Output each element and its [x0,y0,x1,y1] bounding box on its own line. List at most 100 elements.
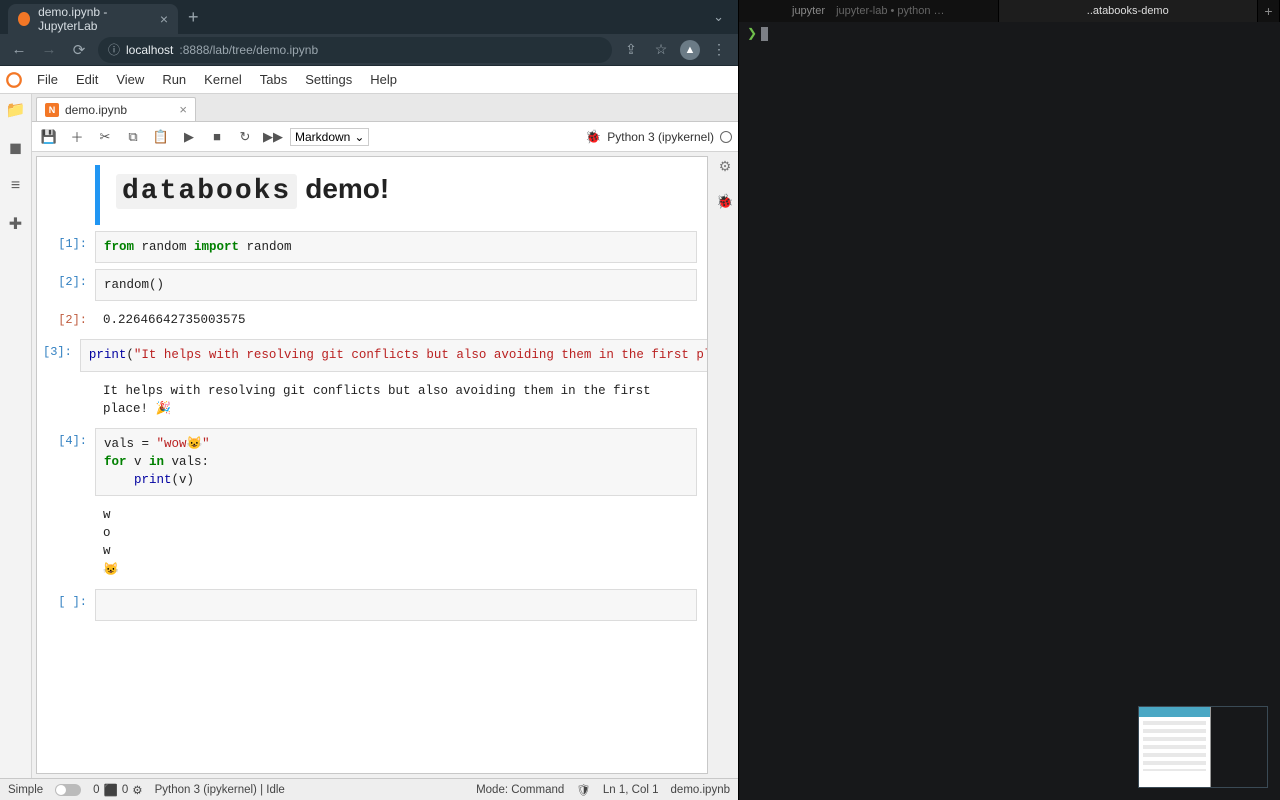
notebook-heading: databooks demo! [116,173,685,209]
toc-icon[interactable]: ≡ [4,174,28,198]
address-bar[interactable]: ⓘ localhost :8888/lab/tree/demo.ipynb [98,37,612,63]
cursor-position: Ln 1, Col 1 [603,784,659,796]
notebook-toolbar: 💾 ＋ ✂ ⧉ 📋 ▶ ■ ↻ ▶▶ Markdown ⌄ [32,122,738,152]
running-sessions-icon[interactable]: ◼ [4,136,28,160]
back-button[interactable]: ← [8,39,30,61]
trust-icon[interactable]: 🛡 [576,783,591,797]
cell-source[interactable]: print("It helps with resolving git confl… [80,339,708,371]
menu-view[interactable]: View [107,66,153,93]
code-cell-3[interactable]: [3]: print("It helps with resolving git … [43,339,697,371]
site-info-icon[interactable]: ⓘ [108,41,120,58]
debugger-icon[interactable]: 🐞 [716,193,733,210]
cell-prompt: [3]: [43,339,80,371]
cell-prompt: [ ]: [43,589,95,621]
terminals-count[interactable]: 0 ⬛ 0 ⚙ [93,783,142,797]
jupyterlab-shell: File Edit View Run Kernel Tabs Settings … [0,66,738,800]
cell-source[interactable]: random() [95,269,697,301]
menu-file[interactable]: File [28,66,67,93]
menu-edit[interactable]: Edit [67,66,107,93]
cut-icon[interactable]: ✂ [94,126,116,148]
bookmark-icon[interactable]: ☆ [650,39,672,61]
jupyter-logo[interactable] [0,66,28,94]
cell-source[interactable]: vals = "wow😺" for v in vals: print(v) [95,428,697,496]
pip-left-preview [1139,707,1211,787]
code-cell-1[interactable]: [1]: from random import random [43,231,697,263]
save-icon[interactable]: 💾 [38,126,60,148]
mode-indicator: Mode: Command [476,784,564,796]
run-icon[interactable]: ▶ [178,126,200,148]
menu-run[interactable]: Run [153,66,195,93]
extensions-icon[interactable]: ✚ [4,212,28,236]
terminal-tab-strip: jupyter jupyter-lab • python … ..atabook… [739,0,1280,22]
heading-rest: demo! [305,173,389,205]
code-cell-2[interactable]: [2]: random() [43,269,697,301]
stop-icon[interactable]: ■ [206,126,228,148]
restart-icon[interactable]: ↻ [234,126,256,148]
output-text: It helps with resolving git conflicts bu… [95,378,697,422]
chevron-down-icon: ⌄ [354,130,364,144]
forward-button[interactable]: → [38,39,60,61]
new-tab-button[interactable]: + [178,7,209,28]
terminal-tab-1[interactable]: jupyter jupyter-lab • python … [739,0,999,22]
menu-settings[interactable]: Settings [296,66,361,93]
debug-icon[interactable]: 🐞 [585,129,601,145]
kernel-name[interactable]: Python 3 (ipykernel) [607,130,714,144]
browser-tab-title: demo.ipynb - JupyterLab [38,5,152,33]
terminal-cursor [761,27,768,41]
close-icon[interactable]: × [160,11,168,27]
notebook-scroll[interactable]: databooks demo! [1]: from random import … [36,156,708,774]
run-all-icon[interactable]: ▶▶ [262,126,284,148]
close-icon[interactable]: × [179,102,187,117]
terminal-prompt: ❯ [747,27,757,41]
profile-avatar[interactable]: ▲ [680,40,700,60]
cell-type-value: Markdown [295,130,350,144]
pip-right-preview [1211,707,1267,787]
cell-prompt: [4]: [43,428,95,496]
output-text: w o w 😺 [95,502,697,583]
menu-tabs[interactable]: Tabs [251,66,296,93]
tab-overflow-chevron[interactable]: ⌄ [699,9,738,25]
output-prompt: [2]: [43,307,95,333]
terminal-body[interactable]: ❯ [739,22,1280,800]
jupyter-favicon [18,12,30,26]
current-file: demo.ipynb [671,784,730,796]
activity-bar: 📁 ◼ ≡ ✚ [0,94,32,778]
notebook-tab[interactable]: N demo.ipynb × [36,97,196,121]
url-host: localhost [126,43,173,57]
new-terminal-tab[interactable]: + [1258,0,1280,22]
kernel-status-text[interactable]: Python 3 (ipykernel) | Idle [155,784,285,796]
reload-button[interactable]: ⟳ [68,39,90,61]
cell-output-2: [2]: 0.22646642735003575 [43,307,697,333]
cell-type-select[interactable]: Markdown ⌄ [290,128,369,146]
terminal-tab-2[interactable]: ..atabooks-demo [999,0,1259,22]
code-cell-4[interactable]: [4]: vals = "wow😺" for v in vals: print(… [43,428,697,496]
picture-in-picture-preview[interactable] [1138,706,1268,788]
paste-icon[interactable]: 📋 [150,126,172,148]
browser-tab-strip: demo.ipynb - JupyterLab × + ⌄ [0,0,738,34]
notebook-tab-title: demo.ipynb [65,103,127,117]
cell-source[interactable] [95,589,697,621]
cell-source[interactable]: from random import random [95,231,697,263]
code-cell-empty[interactable]: [ ]: [43,589,697,621]
overflow-menu-icon[interactable]: ⋮ [708,39,730,61]
kernel-status-icon[interactable] [720,131,732,143]
copy-icon[interactable]: ⧉ [122,126,144,148]
browser-tab-active[interactable]: demo.ipynb - JupyterLab × [8,4,178,34]
output-text: 0.22646642735003575 [95,307,697,333]
share-icon[interactable]: ⇪ [620,39,642,61]
heading-code: databooks [116,174,297,209]
url-path: :8888/lab/tree/demo.ipynb [179,43,318,57]
notebook-icon: N [45,103,59,117]
file-browser-icon[interactable]: 📁 [4,98,28,122]
menu-kernel[interactable]: Kernel [195,66,251,93]
menu-help[interactable]: Help [361,66,406,93]
jlab-menubar: File Edit View Run Kernel Tabs Settings … [0,66,738,94]
cell-prompt: [2]: [43,269,95,301]
simple-toggle[interactable] [55,784,81,796]
cell-output-3: It helps with resolving git conflicts bu… [43,378,697,422]
add-cell-icon[interactable]: ＋ [66,126,88,148]
property-inspector-icon[interactable]: ⚙ [719,158,732,175]
markdown-cell[interactable]: databooks demo! [43,165,697,225]
cell-output-4: w o w 😺 [43,502,697,583]
browser-toolbar: ← → ⟳ ⓘ localhost :8888/lab/tree/demo.ipy… [0,34,738,66]
